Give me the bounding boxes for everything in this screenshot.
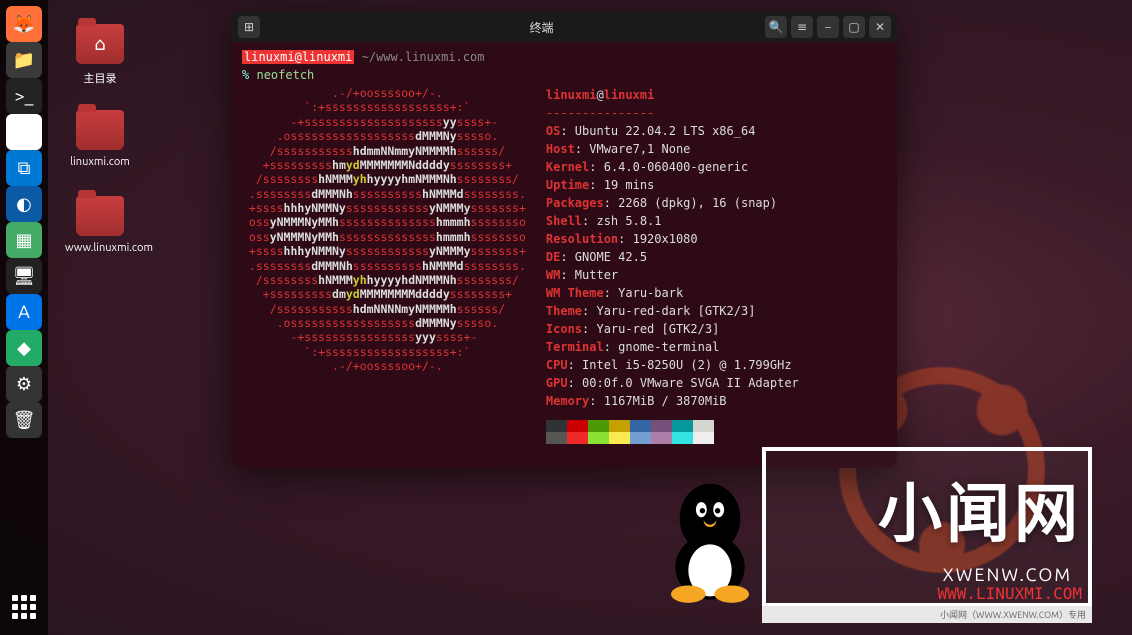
- watermark-url: WWW.LINUXMI.COM: [938, 584, 1083, 603]
- terminal-window[interactable]: ⊞ 终端 🔍 ≡ − ▢ ✕ linuxmi@linuxmi ~/www.lin…: [232, 12, 897, 468]
- minimize-button[interactable]: −: [817, 16, 839, 38]
- vscode-icon[interactable]: ⧉: [6, 150, 42, 186]
- screenshot-icon[interactable]: ▦: [6, 222, 42, 258]
- watermark-sub: XWENW.COM: [943, 565, 1072, 585]
- chrome-icon[interactable]: ◉: [6, 114, 42, 150]
- watermark-text: 小闻网: [878, 463, 1082, 555]
- maximize-button[interactable]: ▢: [843, 16, 865, 38]
- terminal-icon[interactable]: >_: [6, 78, 42, 114]
- command-line: % neofetch: [242, 66, 887, 84]
- firefox-icon[interactable]: 🦊: [6, 6, 42, 42]
- neofetch-logo: .-/+oossssoo+/-. `:+ssssssssssssssssss+:…: [242, 86, 526, 444]
- software-icon[interactable]: A: [6, 294, 42, 330]
- app-icon[interactable]: ◆: [6, 330, 42, 366]
- window-title: 终端: [318, 19, 765, 36]
- prompt-line: linuxmi@linuxmi ~/www.linuxmi.com: [242, 48, 887, 66]
- desktop-folder[interactable]: www.linuxmi.com: [65, 196, 135, 254]
- tux-logo: [655, 475, 765, 605]
- search-button[interactable]: 🔍: [765, 16, 787, 38]
- close-button[interactable]: ✕: [869, 16, 891, 38]
- desktop-folder[interactable]: linuxmi.com: [65, 110, 135, 168]
- menu-button[interactable]: ≡: [791, 16, 813, 38]
- neofetch-output: .-/+oossssoo+/-. `:+ssssssssssssssssss+:…: [242, 86, 887, 444]
- neofetch-info: linuxmi@linuxmi---------------OS: Ubuntu…: [546, 86, 799, 444]
- desktop-folder-label: linuxmi.com: [65, 156, 135, 168]
- settings-icon[interactable]: ⚙: [6, 366, 42, 402]
- dock: 🦊📁>_◉⧉◐▦🖥A◆⚙🗑: [0, 0, 48, 635]
- titlebar[interactable]: ⊞ 终端 🔍 ≡ − ▢ ✕: [232, 12, 897, 42]
- desktop-folder-label: 主目录: [65, 70, 135, 86]
- desktop-folder-label: www.linuxmi.com: [65, 242, 135, 254]
- show-apps-button[interactable]: [6, 589, 42, 625]
- new-tab-button[interactable]: ⊞: [238, 16, 260, 38]
- trash-icon[interactable]: 🗑: [6, 402, 42, 438]
- watermark-strip: 小闻网（WWW.XWENW.COM）专用: [762, 606, 1092, 623]
- color-swatches: [546, 420, 716, 444]
- monitor-icon[interactable]: 🖥: [6, 258, 42, 294]
- terminal-body[interactable]: linuxmi@linuxmi ~/www.linuxmi.com % neof…: [232, 42, 897, 468]
- desktop-folder[interactable]: ⌂主目录: [65, 24, 135, 86]
- files-icon[interactable]: 📁: [6, 42, 42, 78]
- edge-icon[interactable]: ◐: [6, 186, 42, 222]
